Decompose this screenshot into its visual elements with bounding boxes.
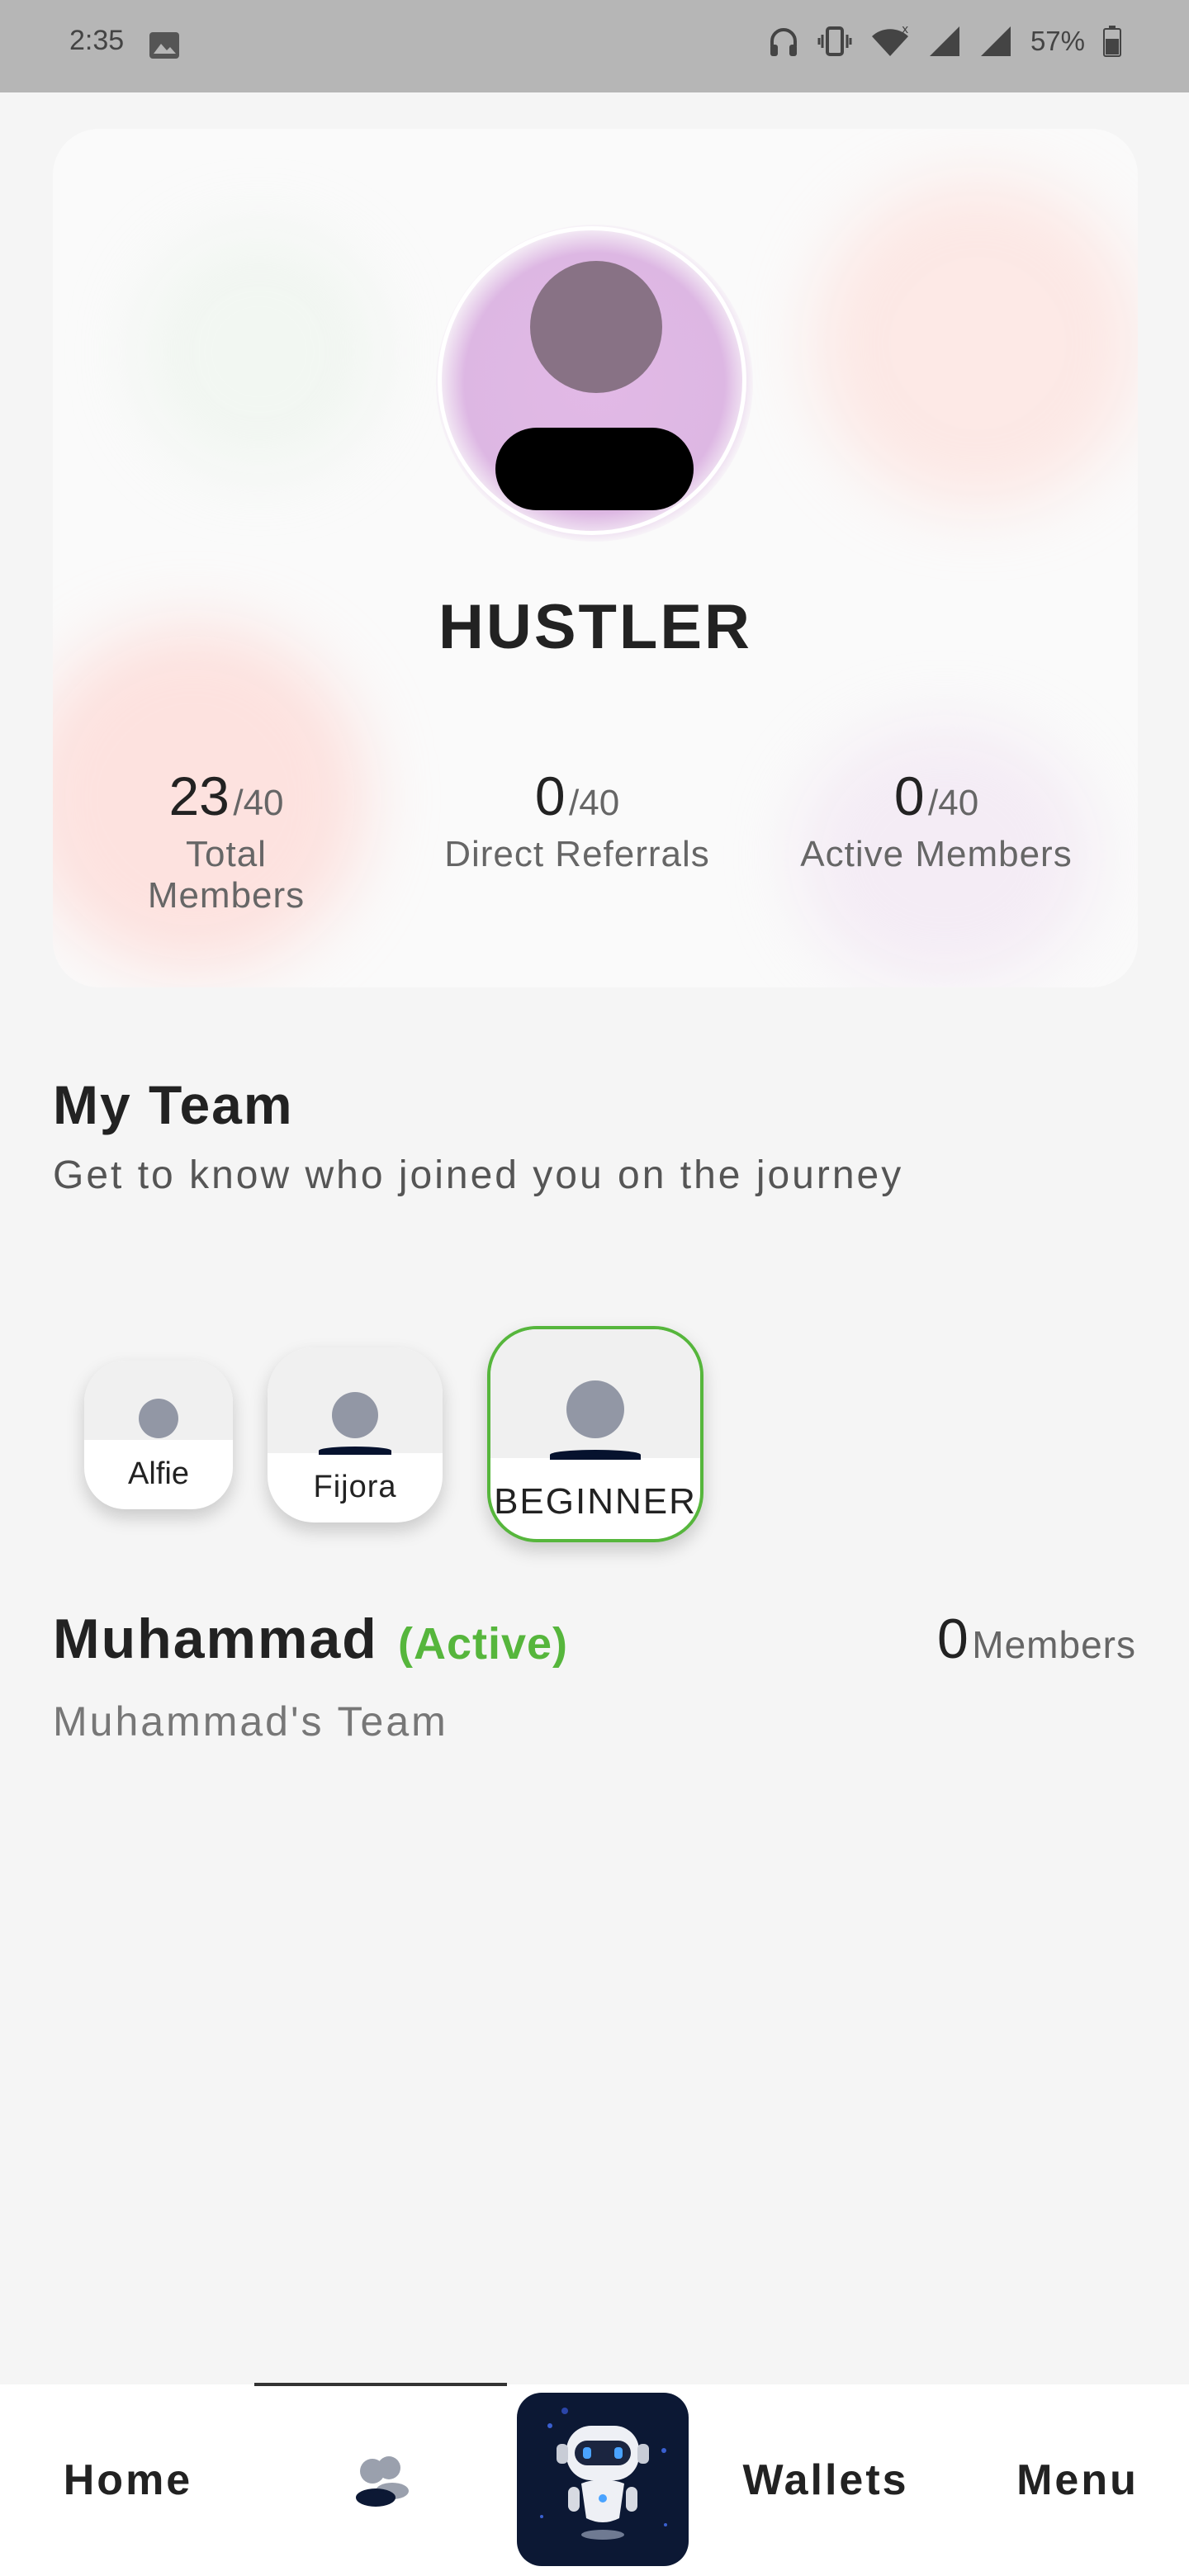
- bottom-navigation: Home Wallets Menu: [0, 2383, 1189, 2576]
- member-tile-alfie[interactable]: Alfie: [84, 1361, 233, 1509]
- member-avatar-icon: [566, 1380, 624, 1438]
- my-team-subtitle: Get to know who joined you on the journe…: [53, 1153, 904, 1197]
- stat-max: /40: [233, 783, 284, 823]
- member-count-value: 0: [937, 1608, 969, 1670]
- member-tile-beginner-selected[interactable]: BEGINNER: [487, 1326, 703, 1542]
- signal-icon: [929, 26, 959, 56]
- nav-menu-label: Menu: [1016, 2456, 1139, 2504]
- card-glow-right: [812, 178, 1138, 509]
- member-tile-fijora[interactable]: Fijora: [268, 1347, 443, 1522]
- stat-active-members: 0 /40 Active Members: [779, 765, 1093, 875]
- member-avatar-body: [319, 1447, 391, 1455]
- wifi-icon: x: [871, 25, 908, 56]
- selected-member-status: (Active): [398, 1619, 569, 1669]
- headphones-icon: [770, 28, 797, 56]
- member-label: BEGINNER: [494, 1481, 697, 1522]
- nav-wallets[interactable]: Wallets: [710, 2384, 941, 2576]
- member-avatar-body: [550, 1450, 641, 1460]
- battery-percent: 57%: [1030, 26, 1085, 56]
- member-label: Alfie: [128, 1456, 189, 1491]
- svg-text:x: x: [902, 25, 908, 36]
- robot-icon: [540, 2408, 667, 2540]
- stat-label: Total Members: [147, 834, 306, 916]
- nav-home[interactable]: Home: [17, 2384, 239, 2576]
- stat-value: 0: [893, 765, 925, 826]
- status-icons: x 57%: [768, 25, 1121, 58]
- selected-member-team-name: Muhammad's Team: [53, 1698, 448, 1745]
- profile-card: HUSTLER 23 /40 Total Members 0 /40 Direc…: [53, 129, 1138, 987]
- vibrate-icon: [817, 26, 852, 56]
- status-time: 2:35: [69, 25, 125, 56]
- stat-label: Active Members: [800, 834, 1073, 874]
- nav-home-label: Home: [63, 2456, 193, 2504]
- signal-icon-2: [980, 26, 1011, 56]
- stat-value: 0: [534, 765, 566, 826]
- member-label: Fijora: [313, 1470, 397, 1504]
- selected-member-count: 0 Members: [937, 1607, 1136, 1671]
- avatar-head-icon: [530, 261, 662, 393]
- image-notification-icon: [149, 32, 179, 59]
- selected-member-name: Muhammad: [53, 1608, 378, 1670]
- stat-max: /40: [569, 783, 620, 823]
- member-avatar-icon: [332, 1392, 378, 1438]
- nav-team[interactable]: [254, 2384, 507, 2576]
- member-count-label: Members: [972, 1623, 1136, 1666]
- stat-total-members: 23 /40 Total Members: [102, 765, 350, 916]
- bot-assistant-button[interactable]: [517, 2393, 689, 2566]
- stat-direct-referrals: 0 /40 Direct Referrals: [433, 765, 722, 875]
- stats-row: 23 /40 Total Members 0 /40 Direct Referr…: [53, 765, 1138, 916]
- stat-max: /40: [928, 783, 979, 823]
- my-team-title: My Team: [53, 1074, 294, 1135]
- stat-label: Direct Referrals: [444, 834, 710, 874]
- nav-wallets-label: Wallets: [742, 2456, 909, 2504]
- status-bar: 2:35 x 57%: [0, 0, 1189, 92]
- rank-title: HUSTLER: [438, 592, 752, 662]
- avatar-body-icon: [495, 428, 694, 510]
- team-users-icon: [356, 2456, 409, 2507]
- nav-menu[interactable]: Menu: [966, 2384, 1189, 2576]
- card-glow-top-left: [135, 228, 383, 476]
- member-avatar-icon: [139, 1399, 178, 1438]
- stat-value: 23: [168, 765, 230, 826]
- battery-icon: [1103, 26, 1121, 57]
